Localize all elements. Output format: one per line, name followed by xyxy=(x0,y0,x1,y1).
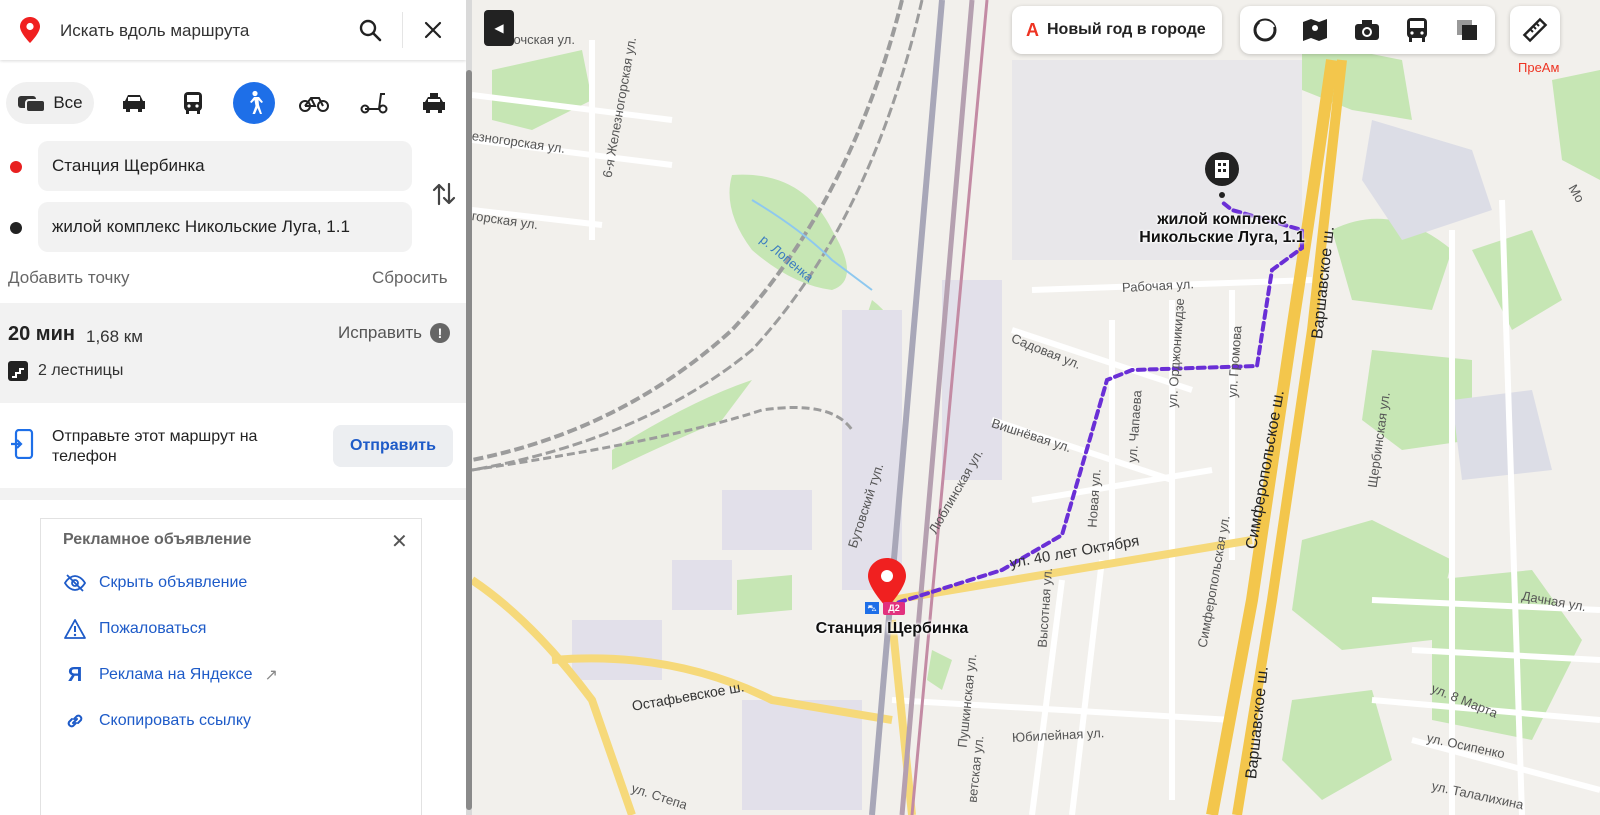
stairs-info: 2 лестницы xyxy=(8,361,123,381)
stairs-label: 2 лестницы xyxy=(38,362,124,379)
route-search-bar xyxy=(0,0,466,60)
copy-link-link[interactable]: Скопировать ссылку xyxy=(63,709,251,733)
mode-bike-button[interactable] xyxy=(296,82,332,124)
search-divider xyxy=(402,12,403,48)
ad-close-icon[interactable]: ✕ xyxy=(391,529,408,554)
ad-title: Рекламное объявление xyxy=(63,531,252,548)
warning-icon xyxy=(63,617,87,641)
mode-bus-button[interactable] xyxy=(175,82,211,124)
route-summary[interactable]: 20 мин 1,68 км Исправить! 2 лестницы xyxy=(0,303,466,403)
mode-all-label: Все xyxy=(53,93,83,112)
route-to-text: жилой комплекс Никольские Луга, 1.1 xyxy=(52,217,350,236)
mode-taxi-button[interactable] xyxy=(416,82,452,124)
send-to-phone: Отправьте этот маршрут на телефон Отправ… xyxy=(0,403,466,488)
car-icon xyxy=(123,95,145,112)
route-from-field[interactable]: Станция Щербинка xyxy=(38,141,412,191)
hide-ad-label: Скрыть объявление xyxy=(99,574,248,591)
send-to-phone-text: Отправьте этот маршрут на телефон xyxy=(52,428,258,465)
mode-car-button[interactable] xyxy=(116,82,152,124)
map-pin-icon xyxy=(20,17,40,43)
copy-link-label: Скопировать ссылку xyxy=(99,712,252,729)
corner-poi-label: ПреАм xyxy=(1518,60,1560,75)
bicycle-icon xyxy=(299,97,329,112)
report-ad-label: Пожаловаться xyxy=(99,620,207,637)
swap-icon[interactable] xyxy=(430,180,458,208)
end-dot xyxy=(10,222,22,234)
camera-icon[interactable] xyxy=(1350,14,1384,46)
add-point-link[interactable]: Добавить точку xyxy=(8,268,130,288)
transit-layer-icon[interactable] xyxy=(1400,14,1434,46)
reset-link[interactable]: Сбросить xyxy=(372,268,448,288)
start-place-label: Станция Щербинка xyxy=(815,620,969,637)
close-icon[interactable] xyxy=(415,12,451,48)
route-from-text: Станция Щербинка xyxy=(52,156,205,175)
route-search-input[interactable] xyxy=(58,14,342,48)
promo-label: Новый год в городе xyxy=(1047,21,1206,38)
collapse-panel-button[interactable]: ◀ xyxy=(484,10,514,46)
route-to-field[interactable]: жилой комплекс Никольские Луга, 1.1 xyxy=(38,202,412,252)
hide-ad-link[interactable]: Скрыть объявление xyxy=(63,571,247,595)
external-link-icon: ↗ xyxy=(264,667,278,684)
mode-walk-button[interactable] xyxy=(233,82,275,124)
panel-divider xyxy=(0,488,466,500)
fix-route-label: Исправить xyxy=(338,323,423,342)
yandex-ads-link[interactable]: Я Реклама на Яндексе ↗ xyxy=(63,663,278,687)
metro-icon: ⛍ xyxy=(865,602,879,614)
report-ad-link[interactable]: Пожаловаться xyxy=(63,617,206,641)
phone-icon xyxy=(11,429,34,459)
stairs-icon xyxy=(8,361,28,381)
building-marker-icon[interactable] xyxy=(1203,150,1241,200)
mode-all-button[interactable]: Все xyxy=(6,82,94,124)
route-time: 20 мин xyxy=(8,323,75,345)
pedestrian-icon xyxy=(250,90,263,114)
ad-block: Рекламное объявление ✕ Скрыть объявление… xyxy=(40,518,422,815)
yandex-logo-icon: Я xyxy=(67,663,83,686)
panorama-layer-icon[interactable] xyxy=(1248,14,1282,46)
station-badge: Д2 xyxy=(883,602,905,615)
promo-logo-icon: А xyxy=(1026,19,1039,40)
street-label: бочская ул. xyxy=(506,32,575,47)
map-book-icon[interactable] xyxy=(1298,14,1332,46)
route-distance: 1,68 км xyxy=(86,327,143,346)
transport-modes: Все xyxy=(0,78,466,128)
map-canvas[interactable]: бочская ул. 6-я Железногорская ул. езног… xyxy=(472,0,1600,815)
eye-crossed-icon xyxy=(63,571,87,595)
search-icon[interactable] xyxy=(352,12,388,48)
route-panel: Все Станция Щербинка жилой комплекс Нико… xyxy=(0,0,472,815)
ruler-icon[interactable] xyxy=(1510,6,1560,54)
send-button[interactable]: Отправить xyxy=(333,425,453,467)
start-dot xyxy=(10,161,22,173)
map-style-icon[interactable] xyxy=(1450,14,1484,46)
end-place-label: жилой комплекс Никольские Луга, 1.1 xyxy=(1139,211,1305,246)
cars-icon xyxy=(18,96,47,113)
scooter-icon xyxy=(360,93,388,114)
map-layers-toolbar xyxy=(1240,6,1495,54)
promo-button[interactable]: А Новый год в городе xyxy=(1012,6,1222,54)
link-icon xyxy=(63,709,87,733)
yandex-ads-label: Реклама на Яндексе xyxy=(99,666,253,683)
taxi-icon xyxy=(423,93,445,113)
bus-icon xyxy=(184,92,202,114)
fix-route-button[interactable]: Исправить! xyxy=(338,323,451,343)
mode-scooter-button[interactable] xyxy=(356,82,392,124)
exclamation-icon: ! xyxy=(430,323,451,343)
